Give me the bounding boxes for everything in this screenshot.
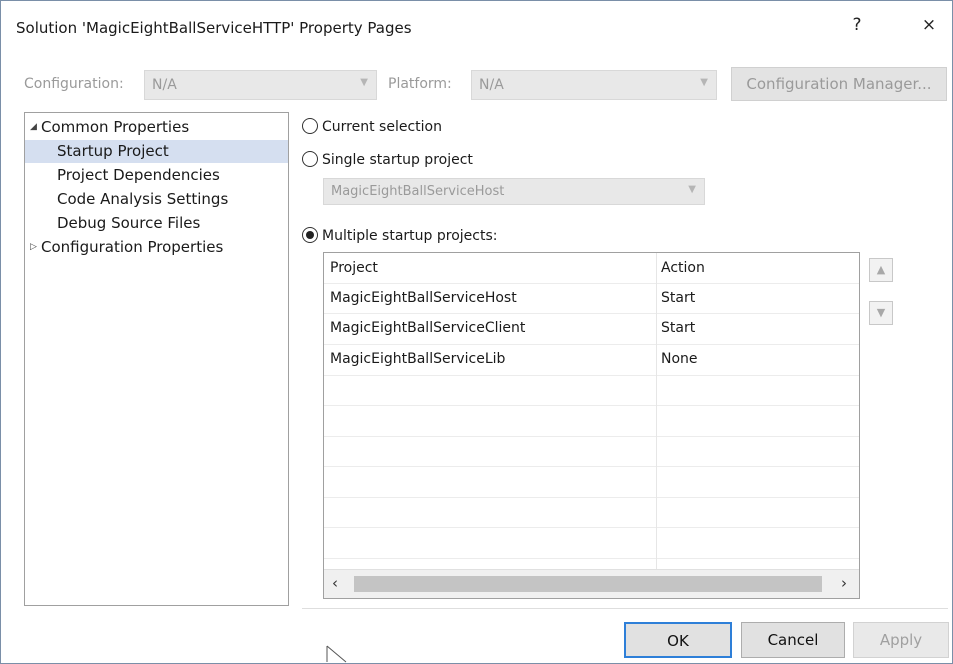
tree-item-debug-source-files[interactable]: Debug Source Files <box>25 212 288 235</box>
tree-item-startup-project[interactable]: Startup Project <box>25 140 288 163</box>
row-divider <box>324 497 859 498</box>
tree-item-label: Project Dependencies <box>57 166 220 184</box>
current-selection-option[interactable]: Current selection <box>302 117 522 137</box>
row-divider <box>324 313 859 314</box>
project-cell[interactable]: MagicEightBallServiceClient <box>330 320 525 336</box>
collapse-arrow-icon[interactable]: ▷ <box>30 236 37 259</box>
action-cell[interactable]: None <box>661 351 698 367</box>
single-startup-label: Single startup project <box>322 152 473 168</box>
action-cell[interactable]: Start <box>661 320 695 336</box>
scroll-left-icon[interactable]: ‹ <box>332 574 338 592</box>
row-divider <box>324 344 859 345</box>
column-header-project[interactable]: Project <box>330 260 378 276</box>
tree-item-code-analysis-settings[interactable]: Code Analysis Settings <box>25 188 288 211</box>
multiple-startup-option[interactable]: Multiple startup projects: <box>302 226 542 246</box>
multiple-startup-radio[interactable] <box>302 227 318 243</box>
platform-label: Platform: <box>388 76 452 92</box>
project-cell[interactable]: MagicEightBallServiceHost <box>330 290 517 306</box>
row-divider <box>324 405 859 406</box>
row-divider <box>324 436 859 437</box>
chevron-down-icon: ▼ <box>360 77 368 88</box>
row-divider <box>324 375 859 376</box>
ok-button[interactable]: OK <box>624 622 732 658</box>
chevron-down-icon: ▼ <box>700 77 708 88</box>
chevron-down-icon: ▼ <box>688 184 696 195</box>
mouse-pointer-icon <box>326 645 347 663</box>
configuration-label: Configuration: <box>24 76 124 92</box>
row-divider <box>324 466 859 467</box>
tree-item-project-dependencies[interactable]: Project Dependencies <box>25 164 288 187</box>
current-selection-label: Current selection <box>322 119 442 135</box>
move-up-button[interactable]: ▲ <box>869 258 893 282</box>
tree-item-common-properties[interactable]: ◢ Common Properties <box>25 116 288 139</box>
property-tree: ◢ Common Properties Startup Project Proj… <box>24 112 289 606</box>
single-startup-value: MagicEightBallServiceHost <box>331 184 505 199</box>
dialog-title: Solution 'MagicEightBallServiceHTTP' Pro… <box>16 19 412 37</box>
platform-value: N/A <box>479 77 504 93</box>
configuration-dropdown[interactable]: N/A ▼ <box>144 70 377 100</box>
footer-divider <box>302 608 948 609</box>
tree-item-label: Configuration Properties <box>41 238 224 256</box>
column-header-action[interactable]: Action <box>661 260 705 276</box>
row-divider <box>324 558 859 559</box>
single-startup-radio[interactable] <box>302 151 318 167</box>
horizontal-scrollbar[interactable]: ‹ › <box>324 569 859 598</box>
column-divider <box>656 253 657 569</box>
cancel-button[interactable]: Cancel <box>741 622 845 658</box>
current-selection-radio[interactable] <box>302 118 318 134</box>
single-startup-option[interactable]: Single startup project <box>302 150 522 170</box>
action-cell[interactable]: Start <box>661 290 695 306</box>
tree-item-label: Debug Source Files <box>57 214 201 232</box>
radio-selected-dot <box>305 230 314 239</box>
startup-projects-grid: Project Action MagicEightBallServiceHost… <box>323 252 860 599</box>
property-pages-dialog: Solution 'MagicEightBallServiceHTTP' Pro… <box>0 0 953 664</box>
tree-item-label: Startup Project <box>57 142 169 160</box>
scroll-right-icon[interactable]: › <box>841 574 847 592</box>
apply-button[interactable]: Apply <box>853 622 949 658</box>
close-button[interactable]: × <box>915 11 943 39</box>
platform-dropdown[interactable]: N/A ▼ <box>471 70 717 100</box>
expand-arrow-icon[interactable]: ◢ <box>30 116 37 139</box>
tree-item-configuration-properties[interactable]: ▷ Configuration Properties <box>25 236 288 259</box>
project-cell[interactable]: MagicEightBallServiceLib <box>330 351 505 367</box>
tree-item-label: Code Analysis Settings <box>57 190 229 208</box>
single-startup-dropdown[interactable]: MagicEightBallServiceHost ▼ <box>323 178 705 205</box>
multiple-startup-label: Multiple startup projects: <box>322 228 498 244</box>
row-divider <box>324 283 859 284</box>
move-down-button[interactable]: ▼ <box>869 301 893 325</box>
configuration-value: N/A <box>152 77 177 93</box>
row-divider <box>324 527 859 528</box>
configuration-manager-button[interactable]: Configuration Manager... <box>731 67 947 101</box>
help-button[interactable]: ? <box>843 11 871 39</box>
tree-item-label: Common Properties <box>41 118 190 136</box>
scrollbar-thumb[interactable] <box>354 576 822 592</box>
